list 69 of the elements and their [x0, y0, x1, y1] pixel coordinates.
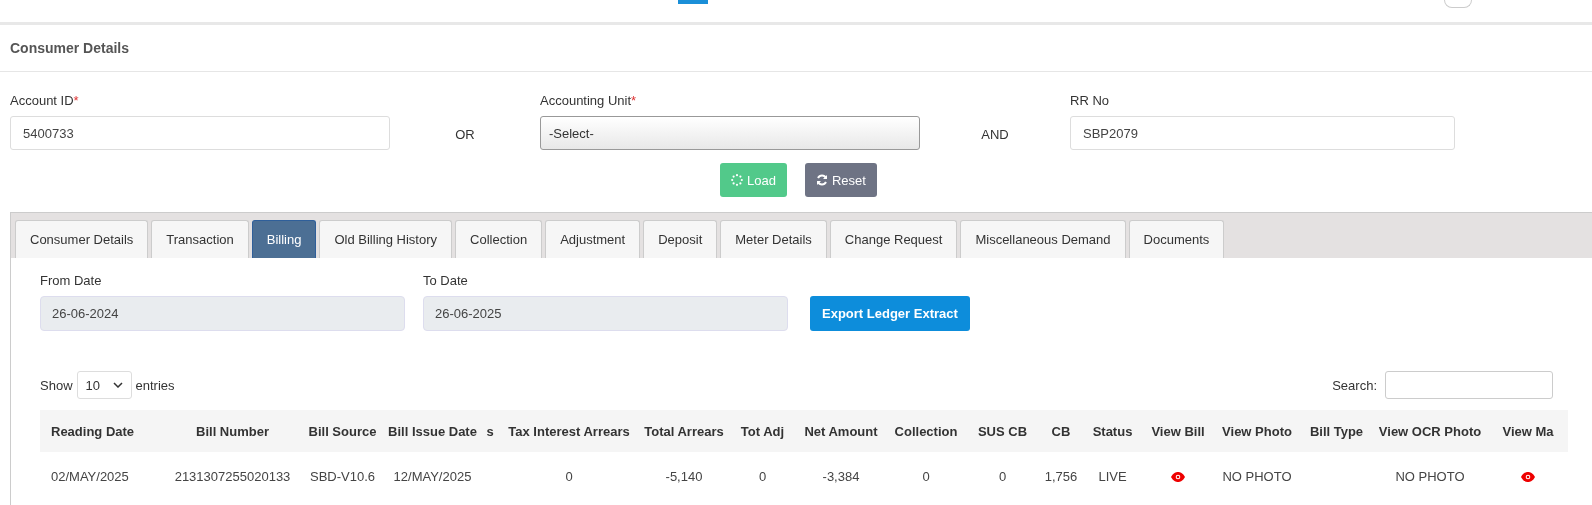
rr-no-field[interactable]: SBP2079: [1070, 116, 1455, 150]
table-cell: 12/MAY/2025: [393, 468, 472, 484]
column-header[interactable]: Bill Issue Date: [385, 410, 480, 452]
logo-icon: [678, 0, 708, 4]
column-header[interactable]: Tot Adj: [730, 410, 795, 452]
eye-icon[interactable]: [1521, 472, 1535, 483]
column-header[interactable]: Collection: [887, 410, 965, 452]
tab[interactable]: Transaction: [151, 220, 249, 258]
tab[interactable]: Miscellaneous Demand: [960, 220, 1126, 258]
table-cell: -5,140: [665, 468, 703, 484]
and-label: AND: [980, 126, 1010, 144]
tab[interactable]: Old Billing History: [319, 220, 453, 258]
tab[interactable]: Collection: [455, 220, 543, 258]
field-label: RR No: [1070, 93, 1110, 108]
tab[interactable]: Documents: [1128, 220, 1225, 258]
column-header[interactable]: View Ma: [1488, 410, 1568, 452]
refresh-icon: [815, 174, 828, 186]
table-cell: 0: [565, 468, 573, 484]
tab[interactable]: Adjustment: [545, 220, 641, 258]
table-cell: SBD-V10.6: [309, 468, 375, 484]
table-cell: NO PHOTO: [1395, 468, 1465, 484]
tab[interactable]: Consumer Details: [15, 220, 149, 258]
entries-label: entries: [135, 377, 175, 393]
field-label: Account ID*: [10, 93, 80, 108]
column-header[interactable]: Bill Number: [165, 410, 300, 452]
table-cell: -3,384: [822, 468, 860, 484]
to-date-field[interactable]: 26-06-2025: [423, 296, 788, 331]
table-cell: LIVE: [1098, 468, 1127, 484]
table-cell: 1,756: [1044, 468, 1078, 484]
tab[interactable]: Meter Details: [720, 220, 827, 258]
column-header[interactable]: s: [480, 410, 500, 452]
tab[interactable]: Change Request: [829, 220, 958, 258]
section-title: Consumer Details: [0, 25, 1592, 72]
column-header[interactable]: View Photo: [1213, 410, 1301, 452]
show-label: Show: [40, 377, 73, 393]
column-header[interactable]: Total Arrears: [638, 410, 730, 452]
reset-button[interactable]: Reset: [804, 163, 877, 197]
search-label: Search:: [1332, 377, 1377, 393]
export-button[interactable]: Export Ledger Extract: [810, 296, 970, 331]
from-date-field[interactable]: 26-06-2024: [40, 296, 405, 331]
tab[interactable]: Billing: [251, 220, 317, 258]
column-header[interactable]: SUS CB: [965, 410, 1040, 452]
column-header[interactable]: View OCR Photo: [1372, 410, 1488, 452]
accounting-unit-select[interactable]: -Select-: [540, 116, 920, 150]
eye-icon[interactable]: [1171, 472, 1185, 483]
column-header[interactable]: Bill Type: [1301, 410, 1372, 452]
column-header[interactable]: Tax Interest Arrears: [500, 410, 638, 452]
table-cell: 2131307255020133: [174, 468, 291, 484]
field-label: To Date: [423, 273, 469, 288]
column-header[interactable]: CB: [1040, 410, 1082, 452]
field-label: From Date: [40, 273, 103, 288]
column-header[interactable]: Reading Date: [40, 410, 165, 452]
page-size-select[interactable]: 10: [76, 371, 132, 399]
spinner-icon: [731, 174, 743, 186]
column-header[interactable]: Bill Source: [300, 410, 385, 452]
account-id-field[interactable]: 5400733: [10, 116, 390, 150]
table-cell: NO PHOTO: [1222, 468, 1292, 484]
table-cell: 0: [758, 468, 767, 484]
or-label: OR: [454, 126, 476, 144]
column-header[interactable]: Net Amount: [795, 410, 887, 452]
chevron-icon: [112, 382, 123, 388]
column-header[interactable]: Status: [1082, 410, 1143, 452]
tab[interactable]: Deposit: [643, 220, 718, 258]
column-header[interactable]: View Bill: [1143, 410, 1213, 452]
table-cell: 02/MAY/2025: [51, 468, 129, 484]
field-label: Accounting Unit*: [540, 93, 638, 108]
search-field[interactable]: [1385, 371, 1553, 399]
table-cell: 0: [998, 468, 1007, 484]
table-cell: 0: [922, 468, 930, 484]
